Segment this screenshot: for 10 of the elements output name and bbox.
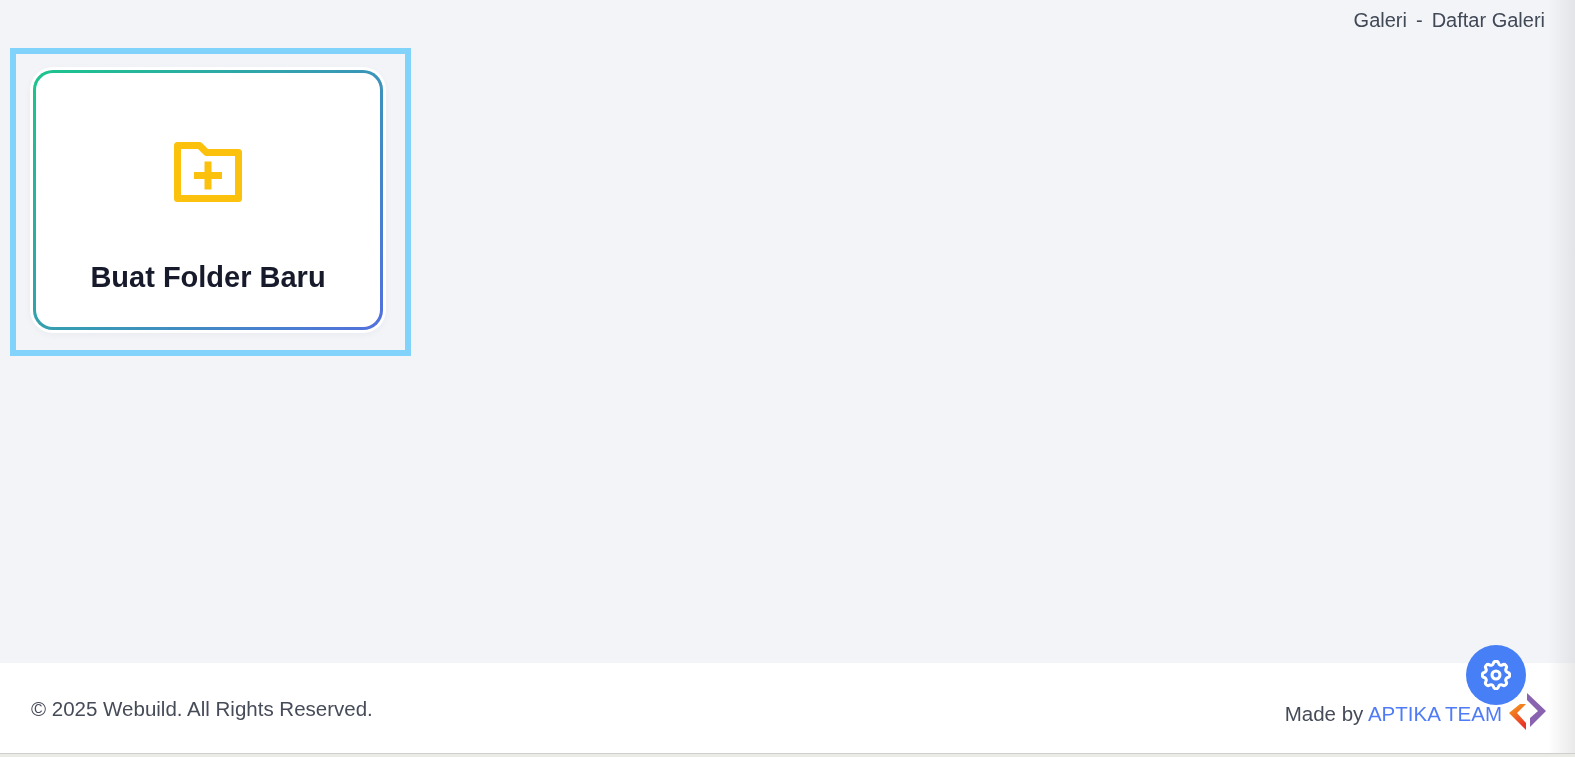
copyright-text: © 2025 Webuild. All Rights Reserved. [31,697,373,721]
breadcrumb-separator: - [1415,8,1423,32]
chevrons-logo-icon [1509,692,1546,730]
credit-text: Made by APTIKA TEAM [1284,702,1502,726]
team-link[interactable]: APTIKA TEAM [1367,702,1502,725]
breadcrumb-link[interactable]: Galeri [1353,8,1407,32]
breadcrumb-current: Daftar Galeri [1431,8,1545,32]
folder-plus-icon [174,142,242,202]
new-folder-card[interactable]: Buat Folder Baru [33,70,383,330]
settings-icon [1481,660,1511,690]
